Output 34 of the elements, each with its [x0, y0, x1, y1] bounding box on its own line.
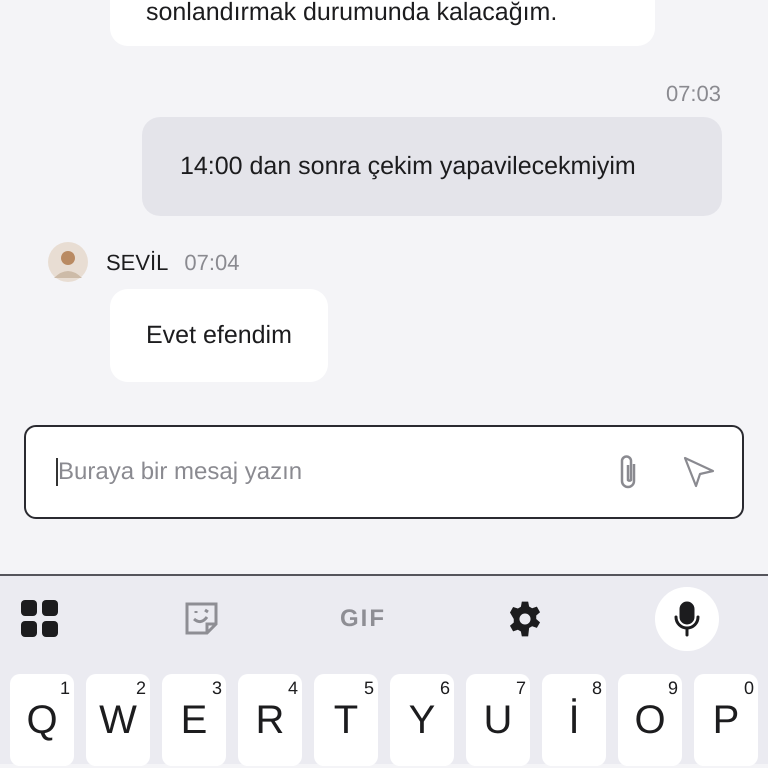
key-number: 2	[136, 678, 146, 698]
key-number: 3	[212, 678, 222, 698]
keyboard-key[interactable]: U 7	[466, 674, 530, 766]
send-icon[interactable]	[682, 455, 716, 489]
sticker-icon[interactable]	[182, 600, 220, 637]
keyboard-key[interactable]: P 0	[694, 674, 758, 766]
key-number: 8	[592, 678, 602, 698]
keyboard-key[interactable]: W 2	[86, 674, 150, 766]
sender-name: SEVİL	[106, 248, 168, 276]
key-number: 1	[60, 678, 70, 698]
key-number: 7	[516, 678, 526, 698]
keyboard-key[interactable]: O 9	[618, 674, 682, 766]
keyboard-key[interactable]: T 5	[314, 674, 378, 766]
key-number: 9	[668, 678, 678, 698]
keyboard-key[interactable]: Y 6	[390, 674, 454, 766]
avatar	[48, 242, 88, 282]
key-number: 4	[288, 678, 298, 698]
keyboard-key[interactable]: R 4	[238, 674, 302, 766]
apps-grid-icon[interactable]	[20, 600, 58, 637]
text-cursor	[56, 458, 58, 486]
microphone-icon	[673, 600, 701, 636]
key-number: 0	[744, 678, 754, 698]
message-time: 07:03	[666, 83, 721, 105]
key-number: 5	[364, 678, 374, 698]
keyboard-key[interactable]: E 3	[162, 674, 226, 766]
keyboard-key[interactable]: Q 1	[10, 674, 74, 766]
message-input[interactable]: Buraya bir mesaj yazın	[58, 454, 606, 490]
message-bubble: 14:00 dan sonra çekim yapavilecekmiyim	[142, 117, 722, 216]
message-bubble: Evet efendim	[110, 289, 328, 382]
message-time: 07:04	[184, 248, 240, 276]
message-bubble: sonlandırmak durumunda kalacağım.	[110, 0, 655, 46]
message-field[interactable]: Buraya bir mesaj yazın	[24, 425, 744, 519]
keyboard-key[interactable]: İ 8	[542, 674, 606, 766]
key-number: 6	[440, 678, 450, 698]
